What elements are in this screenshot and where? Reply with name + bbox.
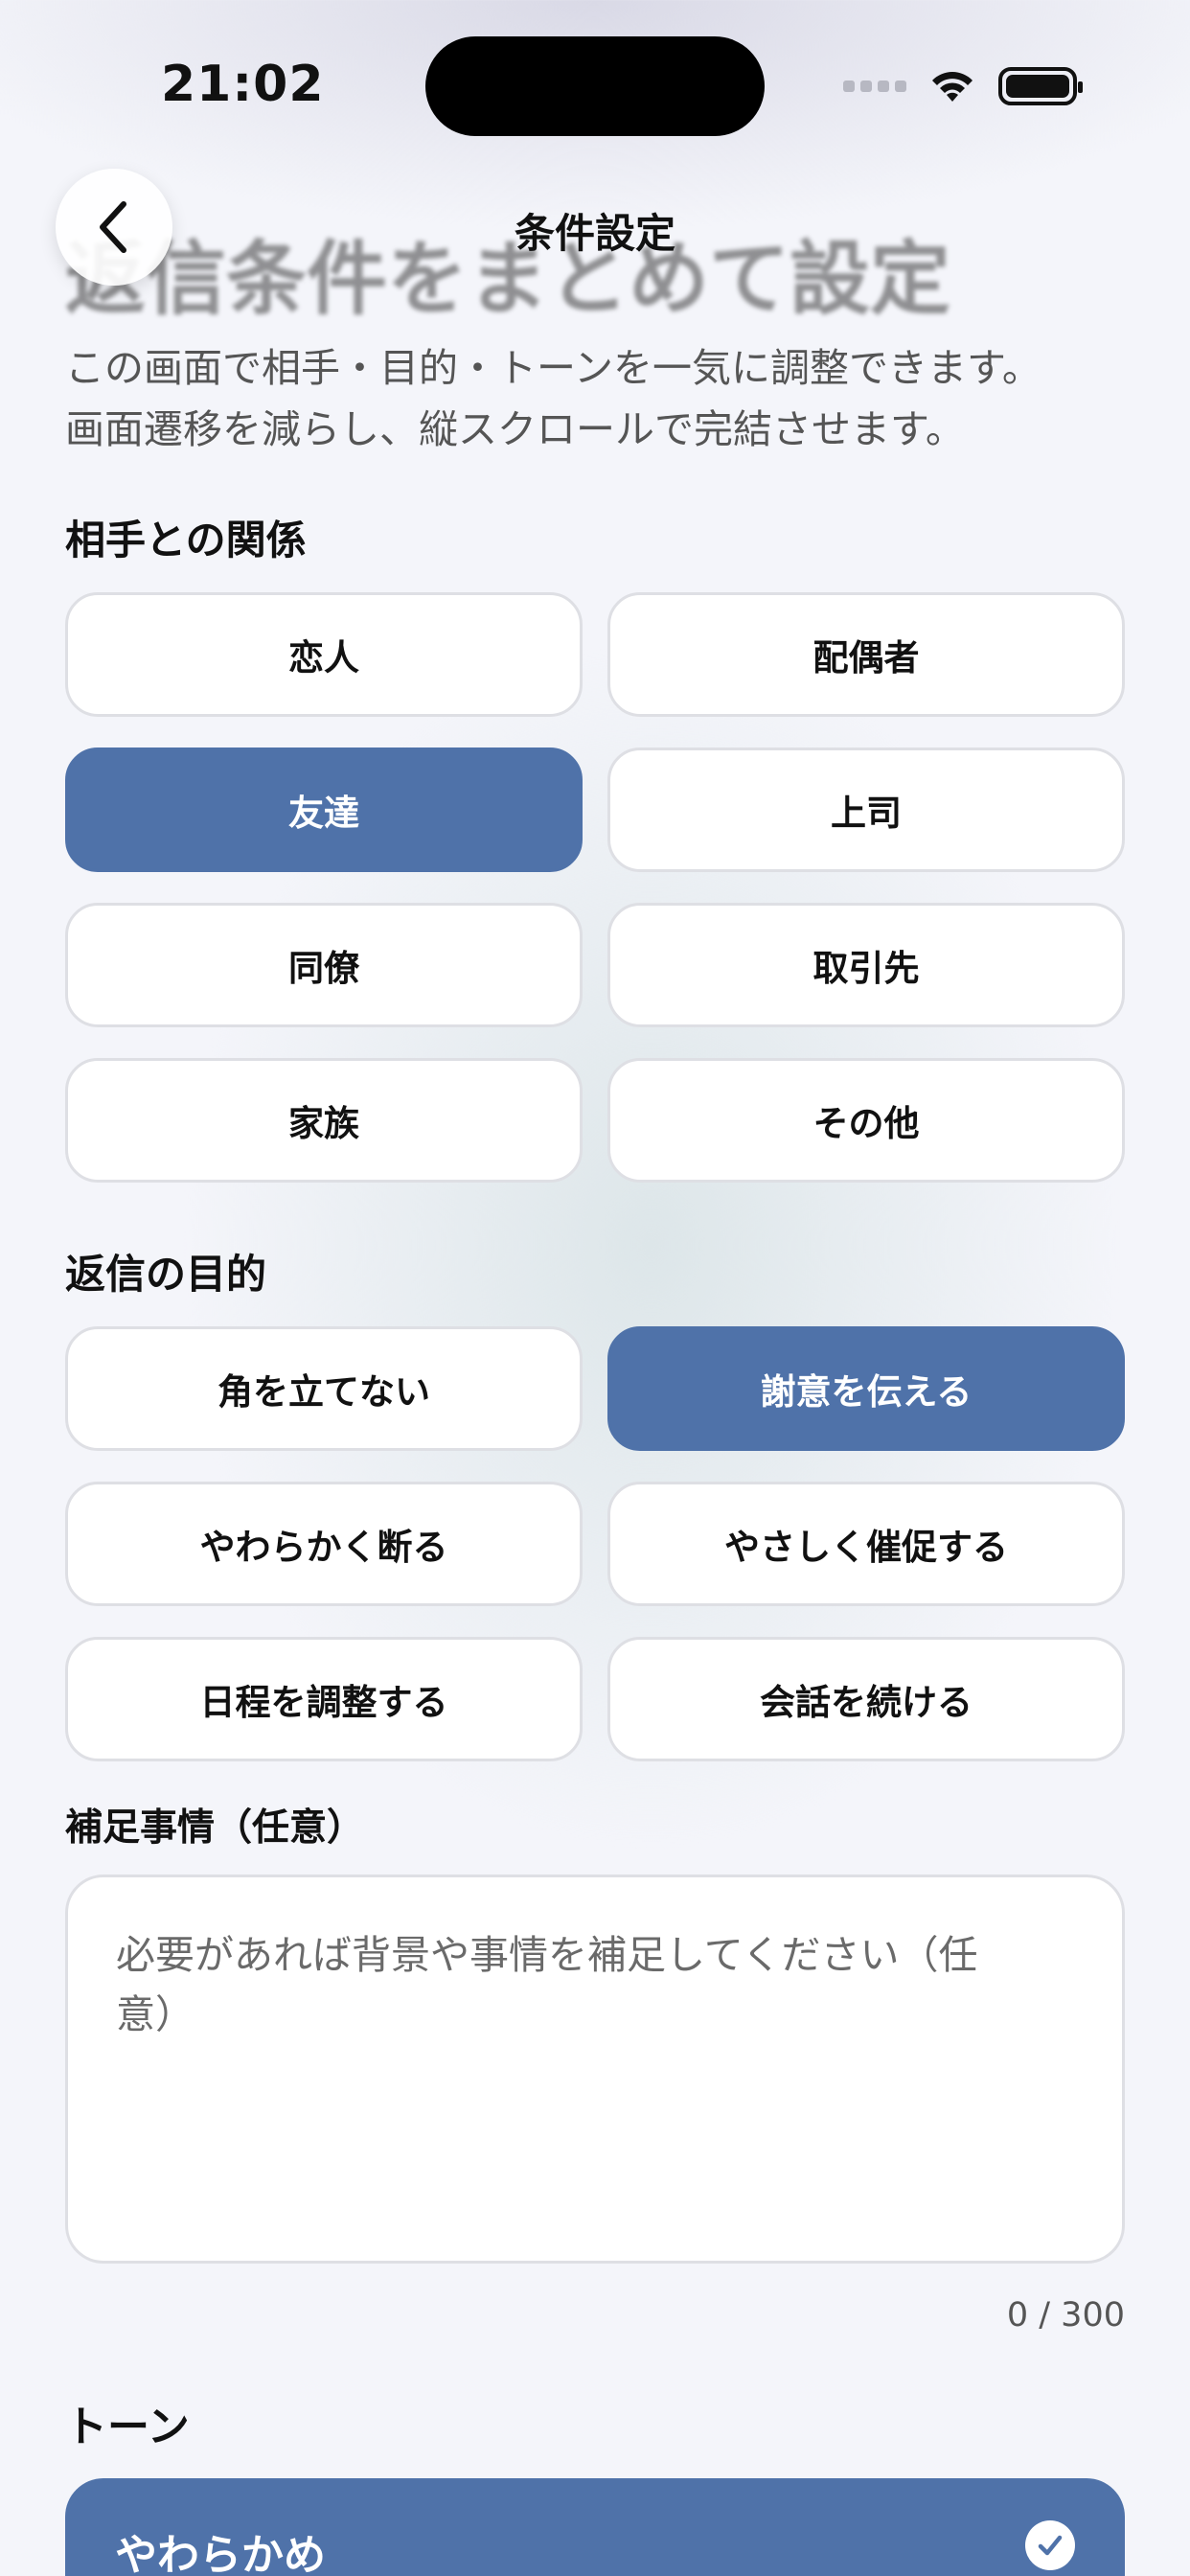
purpose-chip[interactable]: 角を立てない (65, 1326, 583, 1451)
notes-textarea[interactable]: 必要があれば背景や事情を補足してください（任意） (65, 1874, 1125, 2264)
purpose-options: 角を立てない 謝意を伝える やわらかく断る やさしく催促する 日程を調整する 会… (65, 1326, 1125, 1761)
character-counter: 0 / 300 (1006, 2296, 1125, 2334)
relationship-options: 恋人 配偶者 友達 上司 同僚 取引先 家族 その他 (65, 592, 1125, 1183)
purpose-chip-selected[interactable]: 謝意を伝える (607, 1326, 1125, 1451)
tone-label: トーン (65, 2403, 190, 2451)
tone-option-selected[interactable]: やわらかめ (65, 2478, 1125, 2576)
intro-text: この画面で相手・目的・トーンを一気に調整できます。 画面遷移を減らし、縦スクロー… (65, 337, 1138, 460)
dynamic-island (425, 36, 765, 136)
intro-line-2: 画面遷移を減らし、縦スクロールで完結させます。 (65, 406, 965, 452)
relationship-chip[interactable]: 家族 (65, 1058, 583, 1183)
relationship-chip-selected[interactable]: 友達 (65, 748, 583, 872)
purpose-chip[interactable]: 会話を続ける (607, 1637, 1125, 1761)
status-icons (843, 67, 1083, 105)
status-bar: 21:02 (0, 0, 1190, 172)
chevron-left-icon (100, 201, 126, 253)
relationship-chip[interactable]: 恋人 (65, 592, 583, 717)
nav-title: 条件設定 (514, 210, 675, 257)
notes-label: 補足事情（任意） (65, 1806, 365, 1850)
relationship-chip[interactable]: その他 (607, 1058, 1125, 1183)
back-button[interactable] (56, 169, 172, 286)
relationship-chip[interactable]: 同僚 (65, 903, 583, 1027)
purpose-chip[interactable]: やさしく催促する (607, 1482, 1125, 1606)
signal-dots-icon (843, 80, 906, 92)
notes-placeholder: 必要があれば背景や事情を補足してください（任意） (116, 1932, 978, 2037)
checkmark-icon (1025, 2520, 1075, 2570)
purpose-label: 返信の目的 (65, 1251, 267, 1298)
wifi-icon (932, 72, 973, 102)
purpose-chip[interactable]: 日程を調整する (65, 1637, 583, 1761)
intro-line-1: この画面で相手・目的・トーンを一気に調整できます。 (65, 345, 1041, 391)
relationship-chip[interactable]: 配偶者 (607, 592, 1125, 717)
battery-icon (998, 67, 1083, 105)
tone-option-label: やわらかめ (115, 2531, 326, 2576)
purpose-chip[interactable]: やわらかく断る (65, 1482, 583, 1606)
relationship-label: 相手との関係 (65, 517, 307, 564)
status-time: 21:02 (161, 56, 325, 113)
relationship-chip[interactable]: 上司 (607, 748, 1125, 872)
relationship-chip[interactable]: 取引先 (607, 903, 1125, 1027)
